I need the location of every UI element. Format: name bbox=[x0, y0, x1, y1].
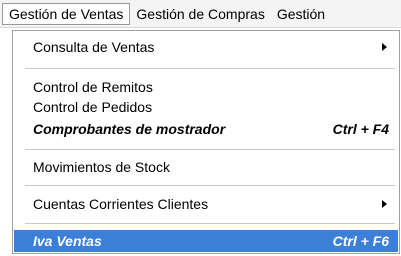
menu-bar: Gestión de Ventas Gestión de Compras Ges… bbox=[0, 0, 401, 28]
menubar-item-gestion-compras[interactable]: Gestión de Compras bbox=[130, 3, 270, 25]
submenu-arrow-icon bbox=[382, 200, 387, 208]
menu-separator bbox=[25, 185, 395, 186]
menu-item-label: Consulta de Ventas bbox=[33, 39, 155, 55]
menu-separator bbox=[25, 68, 395, 69]
menu-separator bbox=[25, 223, 395, 224]
menu-item-label: Iva Ventas bbox=[33, 233, 102, 249]
menubar-item-gestion[interactable]: Gestión bbox=[271, 3, 331, 25]
menu-item-control-pedidos[interactable]: Control de Pedidos bbox=[33, 96, 389, 118]
menu-item-label: Control de Remitos bbox=[33, 79, 153, 95]
menubar-item-gestion-ventas[interactable]: Gestión de Ventas bbox=[2, 3, 131, 25]
menu-item-control-remitos[interactable]: Control de Remitos bbox=[33, 76, 389, 98]
menu-item-iva-ventas[interactable]: Iva Ventas Ctrl + F6 bbox=[14, 230, 398, 252]
menu-item-cuentas-corrientes[interactable]: Cuentas Corrientes Clientes bbox=[33, 193, 389, 215]
menu-item-comprobantes-mostrador[interactable]: Comprobantes de mostrador Ctrl + F4 bbox=[33, 118, 389, 140]
menu-item-shortcut: Ctrl + F6 bbox=[332, 233, 389, 249]
menu-item-label: Comprobantes de mostrador bbox=[33, 121, 226, 137]
menu-item-movimientos-stock[interactable]: Movimientos de Stock bbox=[33, 156, 389, 178]
submenu-arrow-icon bbox=[382, 43, 387, 51]
menu-item-label: Movimientos de Stock bbox=[33, 159, 170, 175]
menu-item-label: Control de Pedidos bbox=[33, 99, 153, 115]
menu-item-consulta-ventas[interactable]: Consulta de Ventas bbox=[33, 36, 389, 58]
dropdown-menu: Consulta de Ventas Control de Remitos Co… bbox=[12, 30, 400, 254]
menu-item-shortcut: Ctrl + F4 bbox=[332, 121, 389, 137]
menu-item-label: Cuentas Corrientes Clientes bbox=[33, 196, 209, 212]
menu-separator bbox=[25, 149, 395, 150]
